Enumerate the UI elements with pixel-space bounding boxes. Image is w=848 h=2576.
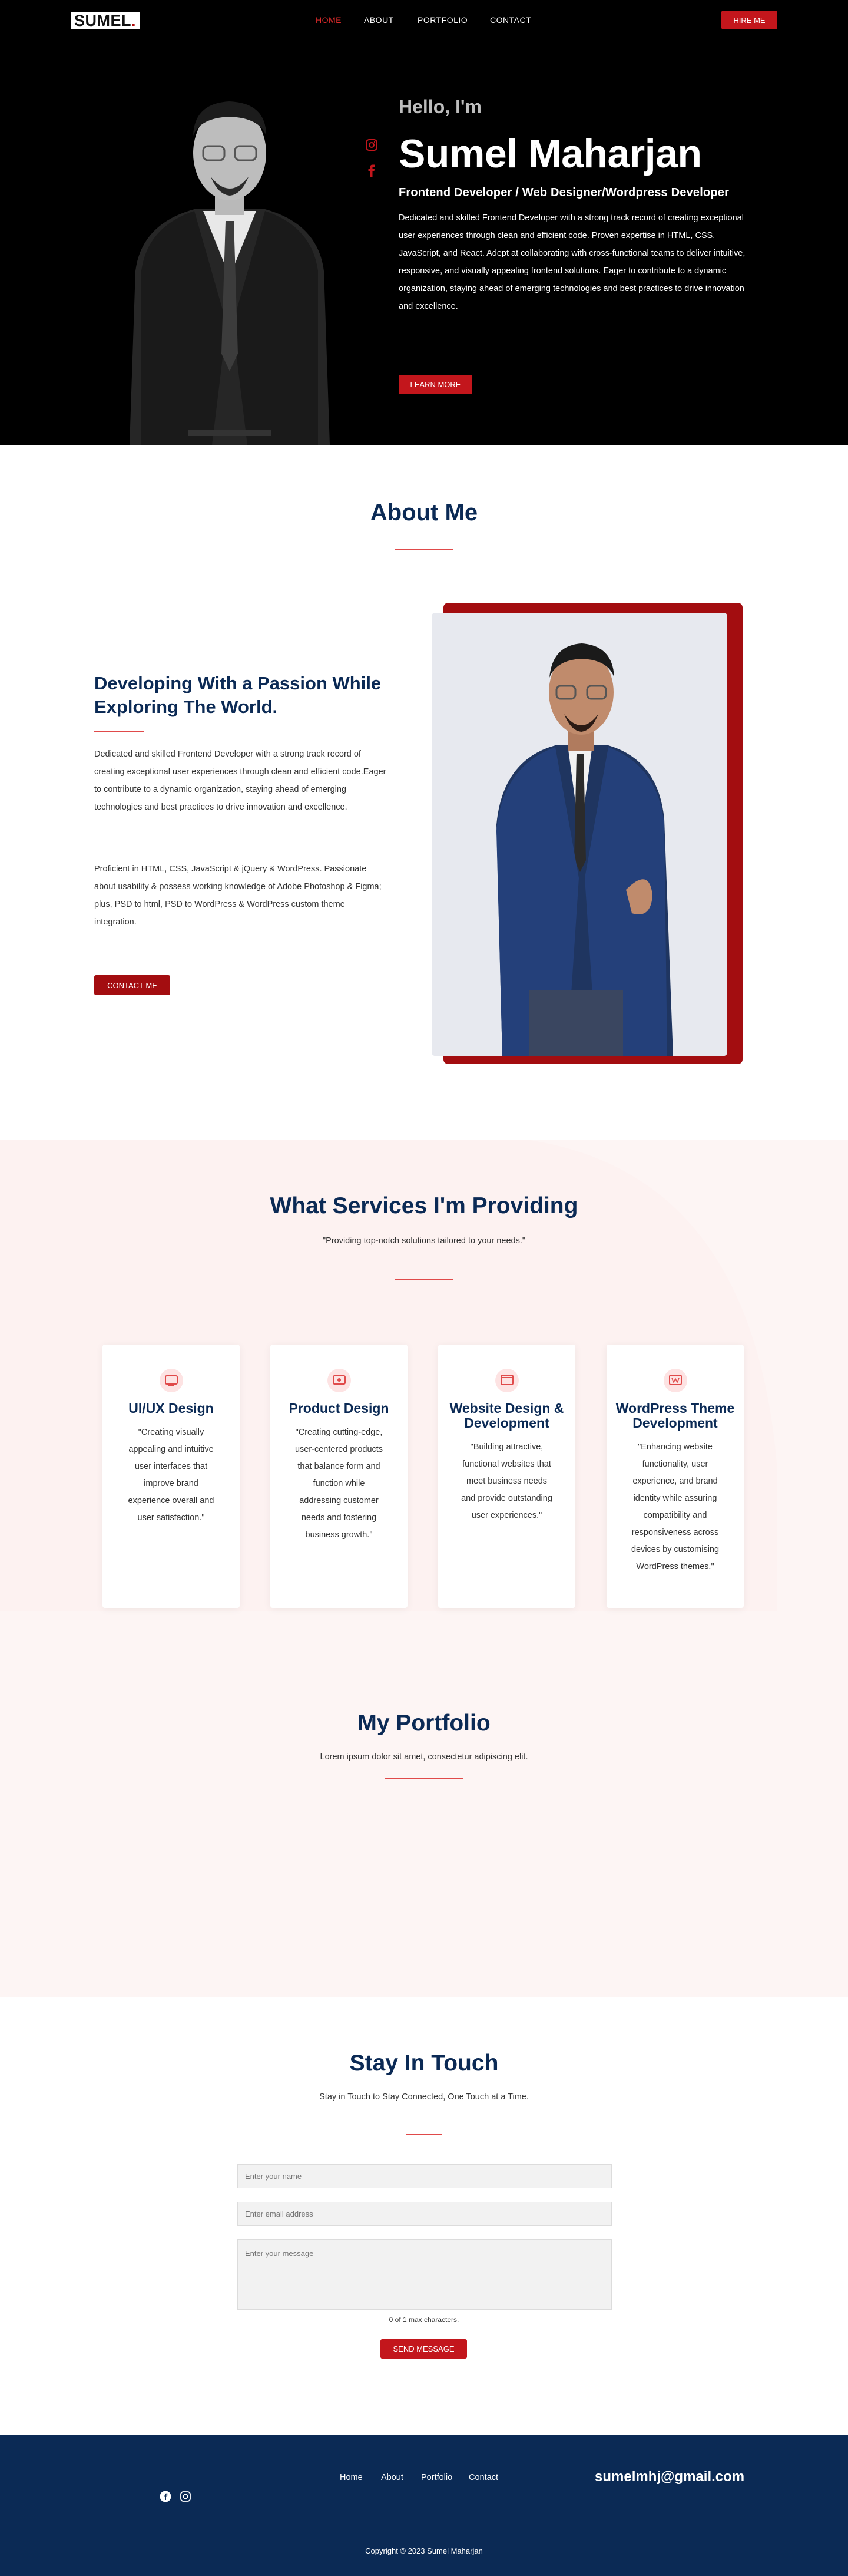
about-paragraph-2: Proficient in HTML, CSS, JavaScript & jQ…: [94, 864, 382, 927]
logo[interactable]: SUMEL.: [71, 12, 140, 29]
character-count: 0 of 1 max characters.: [389, 2316, 459, 2324]
service-title: Website Design & Development: [449, 1401, 564, 1431]
service-text: "Creating visually appealing and intuiti…: [128, 1428, 214, 1523]
instagram-icon[interactable]: [180, 2491, 191, 2502]
about-portrait-image: [432, 613, 727, 1056]
footer-social-icons: [160, 2491, 191, 2502]
hero-greeting: Hello, I'm: [399, 96, 482, 117]
top-nav: SUMEL. HOME ABOUT PORTFOLIO CONTACT HIRE…: [0, 0, 848, 41]
about-title: About Me: [370, 500, 478, 526]
service-text: "Enhancing website functionality, user e…: [631, 1442, 720, 1571]
nav-home[interactable]: HOME: [316, 15, 364, 25]
wordpress-icon: [663, 1368, 688, 1393]
message-input[interactable]: [237, 2239, 612, 2310]
learn-more-button[interactable]: LEARN MORE: [399, 375, 472, 394]
services-divider: [395, 1279, 453, 1280]
hero-section: SUMEL. HOME ABOUT PORTFOLIO CONTACT HIRE…: [0, 0, 848, 445]
service-text: "Building attractive, functional website…: [461, 1442, 552, 1520]
facebook-icon[interactable]: [160, 2491, 171, 2502]
nav-portfolio[interactable]: PORTFOLIO: [418, 15, 490, 25]
service-title: Product Design: [289, 1401, 389, 1416]
nav-links: HOME ABOUT PORTFOLIO CONTACT: [316, 15, 531, 25]
footer-link-portfolio[interactable]: Portfolio: [421, 2473, 469, 2482]
footer: Home About Portfolio Contact sumelmhj@gm…: [0, 2435, 848, 2576]
contact-subtitle: Stay in Touch to Stay Connected, One Tou…: [319, 2092, 529, 2102]
portfolio-title: My Portfolio: [357, 1710, 491, 1736]
nav-about[interactable]: ABOUT: [364, 15, 418, 25]
nav-contact[interactable]: CONTACT: [490, 15, 531, 25]
hero-role: Frontend Developer / Web Designer/Wordpr…: [399, 186, 730, 199]
hero-name: Sumel Maharjan: [399, 131, 702, 176]
footer-link-about[interactable]: About: [381, 2473, 421, 2482]
footer-email[interactable]: sumelmhj@gmail.com: [595, 2469, 744, 2485]
about-divider: [395, 549, 453, 550]
copyright: Copyright © 2023 Sumel Maharjan: [365, 2547, 483, 2555]
contact-divider: [406, 2134, 442, 2135]
footer-link-home[interactable]: Home: [340, 2473, 381, 2482]
contact-title: Stay In Touch: [349, 2050, 499, 2076]
website-icon: [495, 1368, 519, 1393]
hire-me-button[interactable]: HIRE ME: [721, 11, 777, 29]
portfolio-subtitle: Lorem ipsum dolor sit amet, consectetur …: [320, 1752, 528, 1762]
contact-me-button[interactable]: CONTACT ME: [94, 975, 170, 995]
service-card-product: Product Design "Creating cutting-edge, u…: [270, 1345, 408, 1608]
about-heading-divider: [94, 731, 144, 732]
send-message-button[interactable]: SEND MESSAGE: [380, 2339, 467, 2359]
hero-portrait-image: [106, 77, 353, 445]
instagram-icon[interactable]: [365, 138, 378, 151]
hero-description: Dedicated and skilled Frontend Developer…: [399, 213, 746, 311]
about-paragraph-1: Dedicated and skilled Frontend Developer…: [94, 749, 386, 812]
service-card-wordpress: WordPress Theme Development "Enhancing w…: [607, 1345, 744, 1608]
about-heading: Developing With a Passion While Explorin…: [94, 673, 382, 717]
facebook-icon[interactable]: [365, 164, 378, 177]
service-text: "Creating cutting-edge, user-centered pr…: [294, 1428, 383, 1540]
footer-link-contact[interactable]: Contact: [469, 2473, 498, 2482]
services-subtitle: "Providing top-notch solutions tailored …: [323, 1236, 525, 1246]
hero-text: Hello, I'm Sumel Maharjan Frontend Devel…: [399, 96, 764, 315]
design-icon: [159, 1368, 184, 1393]
hero-social-icons: [365, 138, 378, 177]
service-card-website: Website Design & Development "Building a…: [438, 1345, 575, 1608]
service-title: WordPress Theme Development: [615, 1401, 735, 1431]
portfolio-divider: [385, 1778, 463, 1779]
email-input[interactable]: [237, 2202, 612, 2226]
product-icon: [327, 1368, 352, 1393]
name-input[interactable]: [237, 2164, 612, 2188]
footer-links: Home About Portfolio Contact: [340, 2473, 498, 2482]
service-title: UI/UX Design: [128, 1401, 214, 1416]
services-title: What Services I'm Providing: [270, 1193, 578, 1218]
service-card-uiux: UI/UX Design "Creating visually appealin…: [102, 1345, 240, 1608]
